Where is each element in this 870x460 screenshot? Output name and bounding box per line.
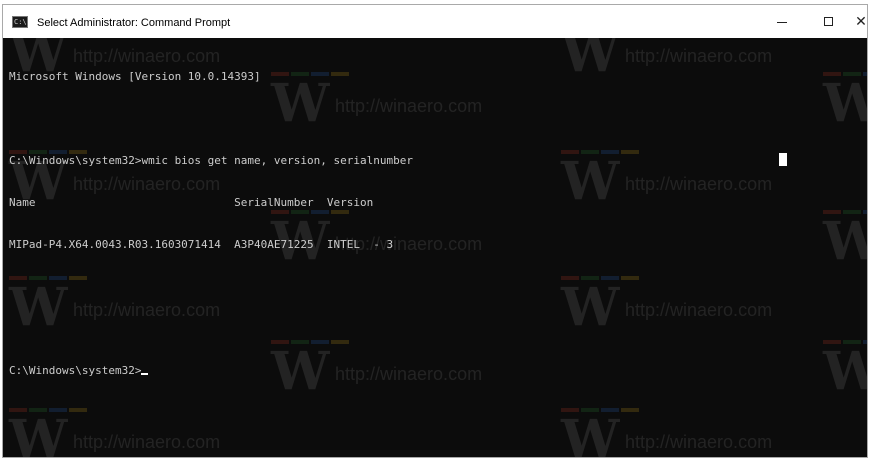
watermark: W http://winaero.com: [561, 276, 821, 342]
console-line: MIPad-P4.X64.0043.R03.1603071414 A3P40AE…: [9, 238, 394, 251]
prompt-text: C:\Windows\system32>: [9, 364, 142, 377]
watermark: W http://winaero.com: [9, 408, 269, 457]
prompt-line[interactable]: C:\Windows\system32>: [9, 364, 413, 378]
selection-cursor: [779, 153, 787, 166]
text-cursor: [141, 373, 149, 375]
watermark: W http://winaero.com: [561, 38, 821, 88]
watermark-url: http://winaero.com: [625, 46, 773, 66]
window-title: Select Administrator: Command Prompt: [37, 17, 231, 29]
watermark-logo: W: [561, 277, 620, 338]
watermark-url: http://winaero.com: [625, 300, 773, 320]
watermark-url: http://winaero.com: [73, 432, 221, 452]
watermark-logo: W: [823, 341, 867, 402]
minimize-button[interactable]: [759, 5, 805, 38]
watermark-logo: W: [823, 211, 867, 272]
watermark-logo: W: [561, 151, 620, 212]
watermark: W: [823, 72, 867, 138]
watermark-url: http://winaero.com: [625, 174, 773, 194]
console-output: Microsoft Windows [Version 10.0.14393] C…: [9, 42, 413, 406]
watermark-logo: W: [561, 409, 620, 458]
watermark-url: http://winaero.com: [625, 432, 773, 452]
console-area[interactable]: W http://winaero.com W http://winaero.co…: [3, 38, 867, 457]
title-bar[interactable]: C:\ Select Administrator: Command Prompt…: [3, 5, 867, 38]
cmd-icon[interactable]: C:\: [12, 16, 28, 28]
close-button[interactable]: ✕: [843, 5, 870, 38]
watermark-logo: W: [823, 73, 867, 134]
watermark: W: [823, 340, 867, 406]
watermark-logo: W: [561, 38, 620, 84]
watermark-logo: W: [9, 409, 68, 458]
watermark: W: [823, 210, 867, 276]
command-prompt-window: C:\ Select Administrator: Command Prompt…: [2, 4, 868, 458]
console-line: C:\Windows\system32>wmic bios get name, …: [9, 154, 413, 167]
console-line: Name SerialNumber Version: [9, 196, 374, 209]
console-line: Microsoft Windows [Version 10.0.14393]: [9, 70, 261, 83]
watermark: W http://winaero.com: [561, 408, 821, 457]
